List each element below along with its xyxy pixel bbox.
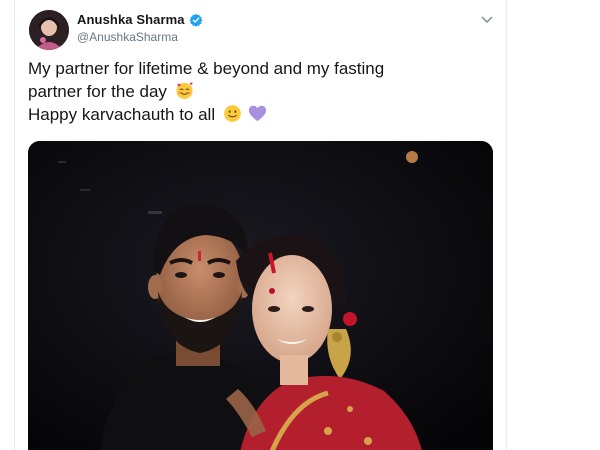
smiling-face-icon: 🙂 — [223, 104, 242, 123]
tweet-text-line2-label: partner for the day — [28, 82, 167, 101]
author-name[interactable]: Anushka Sharma — [77, 12, 185, 27]
tweet-text-line3-label: Happy karvachauth to all — [28, 105, 216, 124]
tweet-photo[interactable] — [28, 141, 493, 450]
tweet-card[interactable]: Anushka Sharma @AnushkaSharma My partner… — [15, 0, 506, 450]
avatar[interactable] — [29, 10, 69, 50]
divider-right — [506, 0, 507, 450]
tweet-text-line1: My partner for lifetime & beyond and my … — [28, 59, 385, 78]
purple-heart-icon: 💜 — [248, 104, 267, 123]
author-block: Anushka Sharma @AnushkaSharma — [77, 12, 203, 44]
author-handle[interactable]: @AnushkaSharma — [77, 30, 203, 44]
verified-badge-icon — [189, 13, 203, 27]
tweet-text: My partner for lifetime & beyond and my … — [28, 57, 498, 126]
chevron-down-icon[interactable] — [481, 12, 493, 23]
tweet-text-line2: partner for the day 🥰 — [28, 80, 498, 103]
smiling-face-with-hearts-icon: 🥰 — [175, 81, 194, 100]
tweet-text-line3: Happy karvachauth to all 🙂 💜 — [28, 103, 498, 126]
tweet-page: Anushka Sharma @AnushkaSharma My partner… — [0, 0, 600, 450]
